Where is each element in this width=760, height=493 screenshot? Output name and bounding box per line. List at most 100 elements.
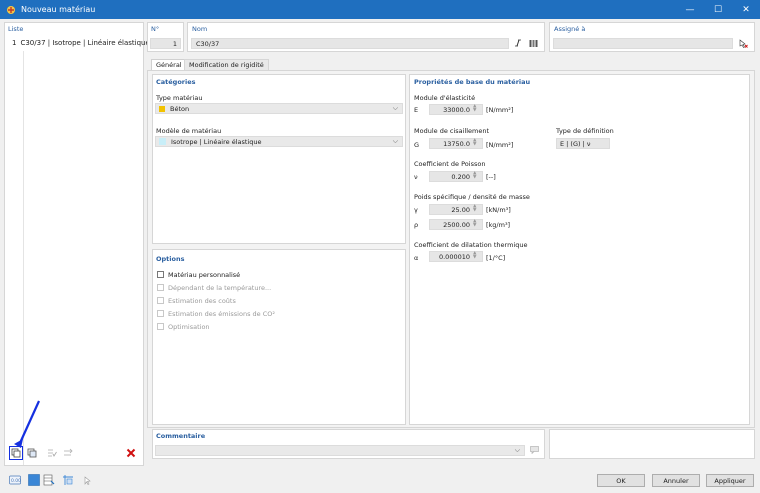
model-view-icon: [63, 475, 73, 485]
rho-spinner-icon[interactable]: ▲ ▼: [473, 219, 476, 228]
help-button[interactable]: [80, 473, 94, 487]
list-item[interactable]: 1 C30/37 | Isotrope | Linéaire élastique: [8, 38, 150, 48]
assigned-label: Assigné à: [554, 25, 586, 33]
definition-type-label: Type de définition: [556, 127, 614, 135]
sort-button[interactable]: [61, 446, 75, 460]
material-library-button[interactable]: [527, 37, 539, 49]
material-model-label: Modèle de matériau: [156, 127, 222, 135]
comment-side-panel: [549, 429, 755, 459]
maximize-button[interactable]: ☐: [704, 0, 732, 19]
library-icon: [529, 39, 537, 47]
close-button[interactable]: ✕: [732, 0, 760, 19]
italic-edit-icon: [515, 39, 521, 47]
table-button[interactable]: [42, 473, 56, 487]
rho-unit: [kg/m³]: [486, 221, 511, 229]
options-header: Options: [156, 255, 185, 263]
definition-type-field: E | (G) | ν: [556, 138, 610, 149]
categories-panel: Catégories Type matériau Béton ⌵ Modèle …: [152, 74, 406, 244]
categories-header: Catégories: [156, 78, 196, 86]
material-type-dropdown[interactable]: Béton ⌵: [155, 103, 403, 114]
pointer-help-icon: [84, 476, 91, 485]
annotation-arrow-icon: [14, 400, 41, 448]
custom-material-checkbox[interactable]: [157, 271, 164, 278]
comment-input[interactable]: ⌵: [155, 445, 525, 456]
model-view-button[interactable]: [61, 473, 75, 487]
sort-icon: [64, 448, 73, 456]
g-spinner-icon[interactable]: ▲ ▼: [473, 138, 476, 147]
rho-symbol: ρ: [414, 221, 419, 229]
temperature-dependent-label: Dépendant de la température...: [168, 284, 272, 292]
material-type-color-icon: [159, 105, 165, 112]
units-icon: 0.00: [9, 475, 21, 485]
ok-button[interactable]: OK: [597, 474, 645, 487]
tab-general[interactable]: Général: [151, 59, 187, 70]
app-icon: [7, 5, 15, 14]
e-unit: [N/mm²]: [486, 106, 514, 114]
g-unit: [N/mm²]: [486, 141, 514, 149]
tab-stiffness-modification[interactable]: Modification de rigidité: [184, 59, 269, 70]
window-title: Nouveau matériau: [21, 5, 96, 14]
material-model-color-icon: [159, 138, 166, 145]
temperature-dependent-checkbox[interactable]: [157, 284, 164, 291]
alpha-symbol: α: [414, 254, 419, 262]
alpha-unit: [1/°C]: [486, 254, 506, 262]
e-spinner-icon[interactable]: ▲ ▼: [473, 104, 476, 113]
co2-estimation-checkbox[interactable]: [157, 310, 164, 317]
e-symbol: E: [414, 106, 419, 114]
title-bar: Nouveau matériau — ☐ ✕: [0, 0, 760, 19]
cost-estimation-label: Estimation des coûts: [168, 297, 236, 305]
list-item-number: 1: [12, 39, 17, 47]
cancel-button[interactable]: Annuler: [652, 474, 700, 487]
chevron-down-icon: ⌵: [392, 104, 398, 112]
custom-material-label: Matériau personnalisé: [168, 271, 241, 279]
optimization-checkbox[interactable]: [157, 323, 164, 330]
nu-spinner-icon[interactable]: ▲ ▼: [473, 171, 476, 180]
g-symbol: G: [414, 141, 420, 149]
elasticity-label: Module d'élasticité: [414, 94, 476, 102]
weight-density-label: Poids spécifique / densité de masse: [414, 193, 530, 201]
gamma-spinner-icon[interactable]: ▲ ▼: [473, 204, 476, 213]
optimization-label: Optimisation: [168, 323, 210, 331]
assigned-panel: Assigné à: [549, 22, 755, 52]
chevron-down-icon: ⌵: [514, 446, 520, 454]
options-panel: Options Matériau personnalisé Dépendant …: [152, 249, 406, 425]
thermal-expansion-label: Coefficient de dilatation thermique: [414, 241, 528, 249]
number-field[interactable]: 1: [150, 38, 181, 49]
material-type-label: Type matériau: [156, 94, 203, 102]
select-cursor-icon: [739, 38, 748, 48]
properties-panel: Propriétés de base du matériau Module d'…: [409, 74, 750, 425]
apply-button[interactable]: Appliquer: [706, 474, 754, 487]
chevron-down-icon: ⌵: [392, 137, 398, 145]
color-square-icon: [28, 474, 40, 486]
table-icon: [43, 474, 55, 486]
name-label: Nom: [192, 25, 208, 33]
nu-symbol: ν: [414, 173, 418, 181]
co2-estimation-label: Estimation des émissions de CO²: [168, 310, 275, 318]
units-button[interactable]: 0.00: [8, 473, 22, 487]
number-panel: N° 1: [147, 22, 184, 52]
svg-text:0.00: 0.00: [11, 478, 21, 484]
delete-button[interactable]: [124, 446, 138, 460]
list-item-label: C30/37 | Isotrope | Linéaire élastique: [20, 39, 150, 47]
shear-label: Module de cisaillement: [414, 127, 490, 135]
assign-select-button[interactable]: [737, 37, 749, 49]
gamma-symbol: γ: [414, 206, 418, 214]
nu-unit: [--]: [486, 173, 496, 181]
name-field[interactable]: C30/37: [191, 38, 509, 49]
minimize-button[interactable]: —: [676, 0, 704, 19]
list-header: Liste: [8, 25, 24, 33]
comment-panel: Commentaire ⌵: [152, 429, 545, 459]
number-label: N°: [151, 25, 160, 33]
cost-estimation-checkbox[interactable]: [157, 297, 164, 304]
material-model-dropdown[interactable]: Isotrope | Linéaire élastique ⌵: [155, 136, 403, 147]
edit-name-button[interactable]: [512, 37, 524, 49]
alpha-spinner-icon[interactable]: ▲ ▼: [473, 251, 476, 260]
delete-icon: [126, 448, 136, 458]
comment-header: Commentaire: [156, 432, 206, 440]
name-panel: Nom C30/37: [187, 22, 545, 52]
assigned-field[interactable]: [553, 38, 733, 49]
poisson-label: Coefficient de Poisson: [414, 160, 486, 168]
color-button[interactable]: [27, 473, 41, 487]
comment-icon: [529, 446, 539, 454]
comment-edit-button[interactable]: [527, 444, 541, 456]
